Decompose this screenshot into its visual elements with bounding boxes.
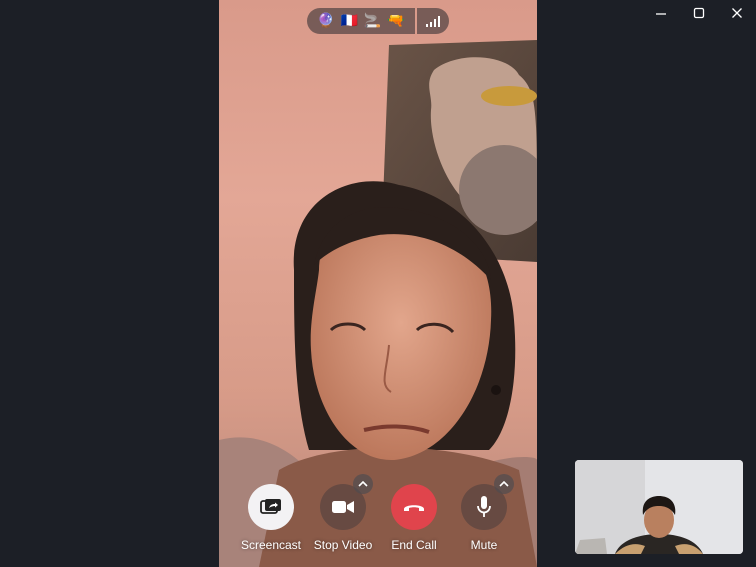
chevron-up-icon <box>499 481 509 487</box>
mute-control: Mute <box>444 474 524 552</box>
screencast-control: Screencast <box>231 484 311 552</box>
remote-video-feed <box>219 40 537 567</box>
crystal-ball-icon: 🔮 <box>317 13 335 29</box>
hang-up-icon <box>404 505 424 511</box>
maximize-button[interactable] <box>680 0 718 26</box>
video-camera-icon <box>332 501 354 513</box>
remote-video: 🔮 🇫🇷 🚬 🔫 Screencast Stop Video End Call … <box>219 0 537 567</box>
screencast-button[interactable] <box>248 484 294 530</box>
minimize-button[interactable] <box>642 0 680 26</box>
signal-indicator <box>416 8 449 34</box>
end-call-control: End Call <box>374 484 454 552</box>
call-controls: Screencast Stop Video End Call Mute <box>219 474 537 559</box>
microphone-icon <box>477 496 491 517</box>
mic-options-button[interactable] <box>494 474 514 494</box>
close-icon <box>732 8 742 18</box>
screencast-icon <box>260 499 281 514</box>
end-call-label: End Call <box>391 538 437 552</box>
france-flag-icon: 🇫🇷 <box>340 13 358 29</box>
call-info-bar: 🔮 🇫🇷 🚬 🔫 <box>307 8 449 34</box>
stop-video-control: Stop Video <box>303 474 383 552</box>
cigarette-icon: 🚬 <box>363 13 382 29</box>
video-options-button[interactable] <box>353 474 373 494</box>
signal-bars-icon <box>425 15 440 27</box>
end-call-button[interactable] <box>391 484 437 530</box>
mute-label: Mute <box>470 538 498 552</box>
self-view-video[interactable] <box>575 460 743 554</box>
stop-video-label: Stop Video <box>313 538 373 552</box>
water-pistol-icon: 🔫 <box>387 13 405 29</box>
encryption-emoji-key[interactable]: 🔮 🇫🇷 🚬 🔫 <box>307 8 415 34</box>
maximize-icon <box>693 7 705 19</box>
window-controls <box>642 0 756 26</box>
minimize-icon <box>656 13 666 15</box>
self-video-feed <box>575 460 743 554</box>
close-button[interactable] <box>718 0 756 26</box>
chevron-up-icon <box>358 481 368 487</box>
screencast-label: Screencast <box>240 538 302 552</box>
